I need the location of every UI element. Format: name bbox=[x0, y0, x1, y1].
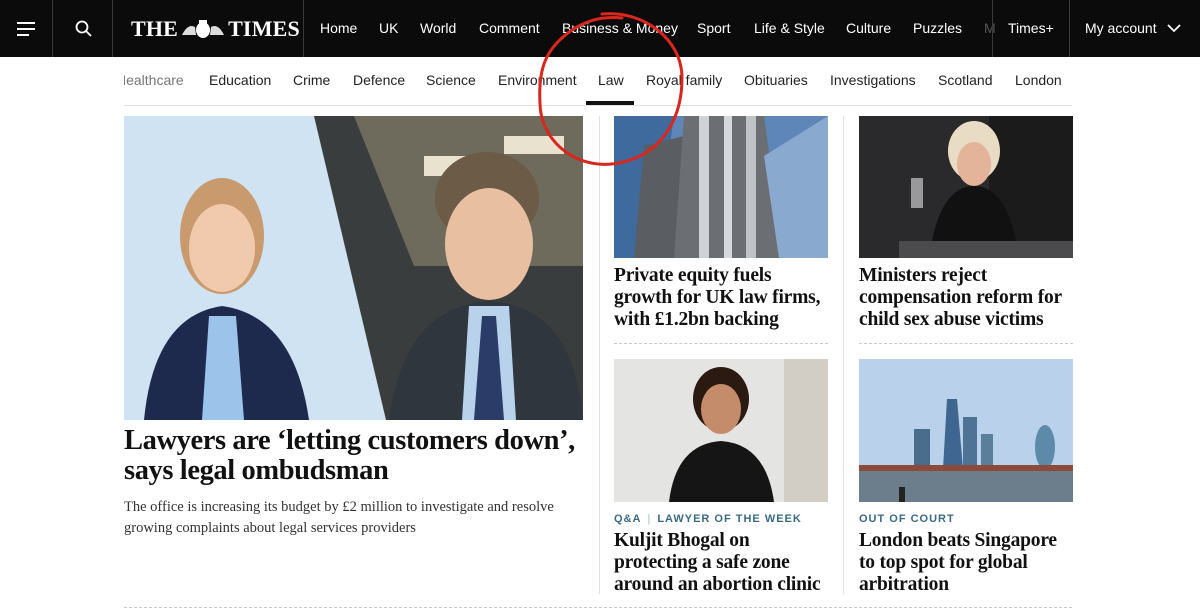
divider bbox=[112, 0, 113, 57]
nav-item-comment[interactable]: Comment bbox=[479, 20, 540, 36]
section-item-london[interactable]: London bbox=[1015, 72, 1062, 88]
kicker-qa[interactable]: Q&A bbox=[614, 513, 641, 525]
lead-photo-illustration bbox=[124, 116, 583, 420]
logo-text-left: THE bbox=[131, 16, 179, 41]
row-separator bbox=[124, 607, 1072, 608]
card-image-lloyds-building[interactable] bbox=[614, 116, 828, 258]
section-item-environment[interactable]: Environment bbox=[498, 72, 577, 88]
lead-story-headline[interactable]: Lawyers are ‘letting customers down’, sa… bbox=[124, 426, 594, 486]
section-item-healthcare[interactable]: Healthcare bbox=[124, 72, 184, 88]
card-headline[interactable]: Kuljit Bhogal on protecting a safe zone … bbox=[614, 530, 836, 596]
section-item-obituaries[interactable]: Obituaries bbox=[744, 72, 808, 88]
portrait-photo bbox=[859, 116, 1073, 258]
royal-crest-icon bbox=[182, 20, 225, 38]
card-headline[interactable]: Ministers reject compensation reform for… bbox=[859, 265, 1074, 331]
divider bbox=[992, 0, 993, 57]
card-image-kuljit-bhogal[interactable] bbox=[614, 359, 828, 502]
search-button[interactable] bbox=[53, 0, 113, 57]
nav-item-uk[interactable]: UK bbox=[379, 20, 398, 36]
card-kicker: OUT OF COURT bbox=[859, 513, 955, 525]
section-item-science[interactable]: Science bbox=[426, 72, 476, 88]
site-logo[interactable]: THE TIMES bbox=[131, 15, 300, 43]
nav-item-truncated[interactable]: M bbox=[984, 20, 996, 36]
kicker-series[interactable]: LAWYER OF THE WEEK bbox=[657, 513, 802, 525]
nav-item-home[interactable]: Home bbox=[320, 20, 357, 36]
card-image-minister[interactable] bbox=[859, 116, 1073, 258]
kicker-divider: | bbox=[647, 513, 652, 525]
divider bbox=[1069, 0, 1070, 57]
logo-text-right: TIMES bbox=[228, 16, 300, 41]
card-separator bbox=[859, 343, 1073, 344]
section-item-law[interactable]: Law bbox=[598, 72, 624, 88]
building-photo bbox=[614, 116, 828, 258]
my-account-button[interactable]: My account bbox=[1085, 20, 1157, 36]
section-item-education[interactable]: Education bbox=[209, 72, 271, 88]
card-headline[interactable]: London beats Singapore to top spot for g… bbox=[859, 530, 1073, 596]
chevron-down-icon[interactable] bbox=[1166, 18, 1182, 38]
portrait-photo bbox=[614, 359, 828, 502]
section-item-defence[interactable]: Defence bbox=[353, 72, 405, 88]
hamburger-menu-icon bbox=[17, 21, 35, 36]
nav-item-sport[interactable]: Sport bbox=[697, 20, 730, 36]
kicker-series[interactable]: OUT OF COURT bbox=[859, 513, 955, 525]
section-item-scotland[interactable]: Scotland bbox=[938, 72, 992, 88]
search-icon bbox=[75, 20, 92, 37]
section-item-crime[interactable]: Crime bbox=[293, 72, 330, 88]
section-item-royal-family[interactable]: Royal family bbox=[646, 72, 722, 88]
nav-item-world[interactable]: World bbox=[420, 20, 456, 36]
nav-item-puzzles[interactable]: Puzzles bbox=[913, 20, 962, 36]
column-divider bbox=[843, 116, 844, 594]
section-item-investigations[interactable]: Investigations bbox=[830, 72, 916, 88]
top-navigation-bar: THE TIMES Home UK World Comment Business… bbox=[0, 0, 1200, 57]
card-separator bbox=[614, 343, 828, 344]
active-section-indicator bbox=[586, 101, 634, 105]
section-nav: Healthcare Education Crime Defence Scien… bbox=[124, 57, 1072, 106]
skyline-photo bbox=[859, 359, 1073, 502]
lead-story-image[interactable] bbox=[124, 116, 583, 420]
nav-item-life-style[interactable]: Life & Style bbox=[754, 20, 825, 36]
nav-item-business-money[interactable]: Business & Money bbox=[562, 20, 678, 36]
card-headline[interactable]: Private equity fuels growth for UK law f… bbox=[614, 265, 834, 331]
card-kicker: Q&A | LAWYER OF THE WEEK bbox=[614, 513, 802, 525]
divider bbox=[303, 0, 304, 57]
menu-button[interactable] bbox=[0, 0, 52, 57]
times-plus-link[interactable]: Times+ bbox=[1008, 20, 1054, 36]
nav-item-culture[interactable]: Culture bbox=[846, 20, 891, 36]
card-image-london-skyline[interactable] bbox=[859, 359, 1073, 502]
lead-story-summary: The office is increasing its budget by £… bbox=[124, 499, 554, 536]
column-divider bbox=[599, 116, 600, 594]
